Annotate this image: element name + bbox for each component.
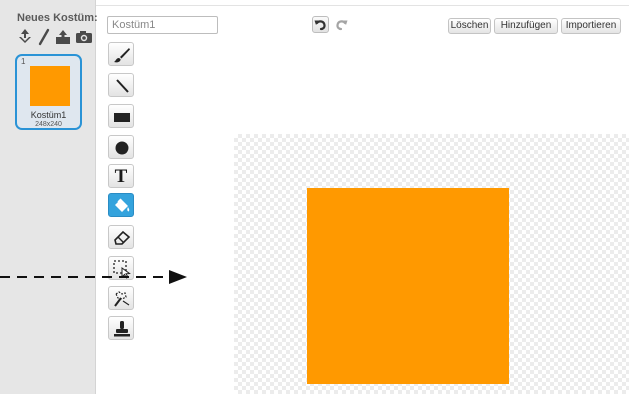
rectangle-icon (114, 113, 130, 122)
new-costume-icons (16, 28, 96, 48)
costume-number: 1 (21, 57, 26, 66)
redo-button[interactable] (333, 16, 350, 33)
rectangle-tool[interactable] (108, 104, 134, 128)
eraser-tool[interactable] (108, 225, 134, 249)
ellipse-tool[interactable] (108, 135, 134, 159)
paint-new-icon[interactable] (37, 28, 51, 51)
annotation-arrow (0, 270, 187, 284)
redo-icon (336, 20, 348, 31)
undo-icon (314, 20, 326, 31)
fill-tool[interactable] (108, 193, 134, 217)
add-button[interactable]: Hinzufügen (494, 18, 558, 34)
costume-preview (30, 66, 70, 106)
stamp-tool[interactable] (108, 316, 134, 340)
brush-icon (114, 48, 130, 63)
costume-name: Kostüm1 (30, 110, 67, 120)
ellipse-icon (115, 141, 129, 155)
new-costume-label: Neues Kostüm: (17, 12, 98, 24)
magic-wand-icon (114, 291, 130, 307)
costume-size: 248x240 (35, 121, 62, 128)
upload-icon[interactable] (54, 28, 72, 51)
costume-thumbnail[interactable]: 1 Kostüm1 248x240 (15, 54, 82, 130)
costume-panel: Neues Kostüm: 1 Kostüm1 248x240 (0, 0, 98, 394)
import-button[interactable]: Importieren (561, 18, 621, 34)
brush-tool[interactable] (108, 42, 134, 66)
undo-button[interactable] (312, 16, 329, 33)
costume-name-input[interactable] (107, 16, 218, 34)
magic-select-tool[interactable] (108, 286, 134, 310)
camera-icon[interactable] (75, 28, 93, 51)
delete-button[interactable]: Löschen (448, 18, 491, 34)
line-icon (116, 79, 129, 93)
line-tool[interactable] (108, 73, 134, 97)
top-divider (96, 5, 629, 6)
paint-canvas[interactable] (234, 134, 629, 394)
stamp-icon (114, 321, 130, 337)
paint-from-library-icon[interactable] (16, 28, 34, 51)
orange-square[interactable] (307, 188, 509, 384)
text-tool[interactable]: T (108, 164, 134, 188)
eraser-icon (114, 230, 131, 245)
text-icon: T (114, 166, 128, 187)
paint-bucket-icon (115, 198, 130, 212)
